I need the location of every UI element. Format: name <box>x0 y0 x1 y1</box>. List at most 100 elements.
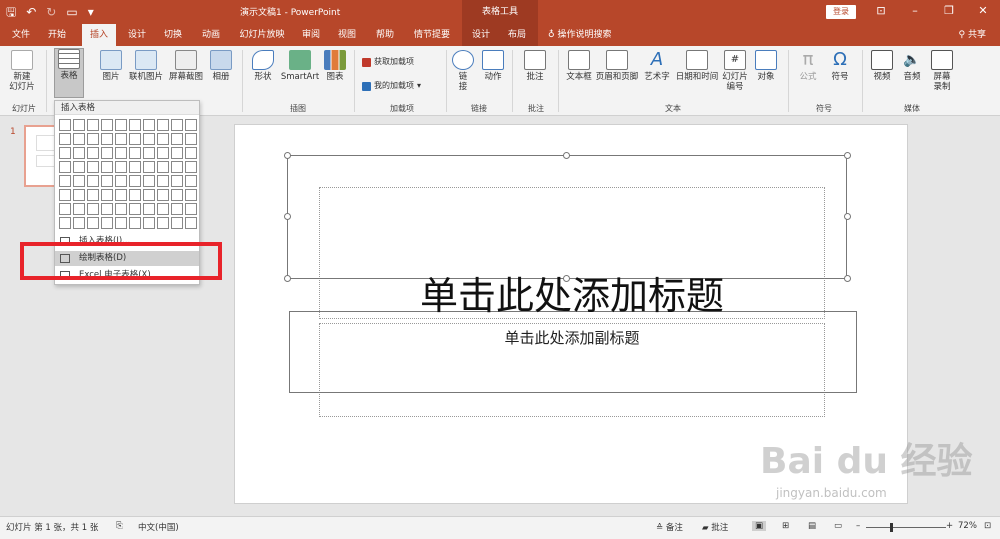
tab-review[interactable]: 审阅 <box>298 24 324 46</box>
chart-button[interactable]: 图表 <box>322 50 348 82</box>
table-grid-cell[interactable] <box>157 203 169 215</box>
resize-handle[interactable] <box>284 152 291 159</box>
close-icon[interactable]: ✕ <box>966 0 1000 24</box>
table-grid-cell[interactable] <box>143 161 155 173</box>
share-button[interactable]: ⚲ 共享 <box>959 24 986 46</box>
redo-icon[interactable]: ↻ <box>46 3 56 21</box>
screenshot-button[interactable]: 屏幕截图 <box>166 50 206 82</box>
resize-handle[interactable] <box>844 152 851 159</box>
table-grid-cell[interactable] <box>143 147 155 159</box>
resize-handle[interactable] <box>844 275 851 282</box>
table-grid-cell[interactable] <box>101 133 113 145</box>
table-grid-cell[interactable] <box>59 203 71 215</box>
tab-slideshow[interactable]: 幻灯片放映 <box>236 24 288 46</box>
slide-title-text[interactable]: 单击此处添加标题 <box>319 265 825 320</box>
table-grid-cell[interactable] <box>115 217 127 229</box>
table-grid-cell[interactable] <box>129 147 141 159</box>
table-grid-cell[interactable] <box>129 175 141 187</box>
table-grid-cell[interactable] <box>171 203 183 215</box>
table-grid-cell[interactable] <box>59 189 71 201</box>
table-grid-cell[interactable] <box>101 189 113 201</box>
shapes-button[interactable]: 形状 <box>248 50 278 82</box>
table-grid-cell[interactable] <box>73 133 85 145</box>
picture-button[interactable]: 图片 <box>96 50 126 82</box>
table-grid-cell[interactable] <box>129 119 141 131</box>
table-grid-cell[interactable] <box>171 119 183 131</box>
get-addins-button[interactable]: 获取加载项 <box>362 56 414 68</box>
table-grid-cell[interactable] <box>115 133 127 145</box>
zoom-in-icon[interactable]: + <box>946 521 953 531</box>
table-grid-cell[interactable] <box>73 203 85 215</box>
comment-button[interactable]: 批注 <box>522 50 548 82</box>
audio-button[interactable]: 🔈 音频 <box>898 50 926 82</box>
table-grid-cell[interactable] <box>157 161 169 173</box>
zoom-out-icon[interactable]: – <box>856 521 860 531</box>
table-grid-cell[interactable] <box>143 133 155 145</box>
fit-to-window-icon[interactable]: ⊡ <box>984 521 991 531</box>
my-addins-button[interactable]: 我的加载项 ▾ <box>362 80 421 92</box>
selected-shape-frame[interactable] <box>287 155 847 279</box>
table-grid-cell[interactable] <box>185 189 197 201</box>
table-grid-cell[interactable] <box>185 203 197 215</box>
table-grid-cell[interactable] <box>157 147 169 159</box>
table-grid-cell[interactable] <box>101 161 113 173</box>
slide-subtitle-text[interactable]: 单击此处添加副标题 <box>319 327 825 348</box>
tab-transitions[interactable]: 切换 <box>160 24 186 46</box>
table-grid-cell[interactable] <box>185 175 197 187</box>
spellcheck-icon[interactable]: ⎘ <box>116 521 123 531</box>
table-grid-cell[interactable] <box>87 189 99 201</box>
new-slide-button[interactable]: 新建 幻灯片 <box>6 50 38 92</box>
table-grid-cell[interactable] <box>73 119 85 131</box>
table-grid-cell[interactable] <box>101 175 113 187</box>
table-grid-cell[interactable] <box>87 119 99 131</box>
table-grid-cell[interactable] <box>115 147 127 159</box>
start-from-beginning-icon[interactable]: ▭ <box>66 3 77 21</box>
table-grid-cell[interactable] <box>129 161 141 173</box>
table-grid-cell[interactable] <box>157 133 169 145</box>
login-button[interactable]: 登录 <box>826 5 856 19</box>
video-button[interactable]: 视频 <box>868 50 896 82</box>
tab-home[interactable]: 开始 <box>44 24 70 46</box>
table-grid-cell[interactable] <box>87 133 99 145</box>
normal-view-icon[interactable]: ▣ <box>752 521 767 531</box>
datetime-button[interactable]: 日期和时间 <box>674 50 720 82</box>
table-grid-cell[interactable] <box>115 203 127 215</box>
customize-qat-icon[interactable]: ▾ <box>88 3 94 21</box>
table-grid-cell[interactable] <box>185 217 197 229</box>
table-grid-cell[interactable] <box>73 217 85 229</box>
wordart-button[interactable]: A 艺术字 <box>642 50 672 83</box>
textbox-button[interactable]: 文本框 <box>564 50 594 82</box>
album-button[interactable]: 相册 <box>206 50 236 82</box>
symbol-button[interactable]: Ω 符号 <box>826 50 854 83</box>
table-grid-cell[interactable] <box>87 175 99 187</box>
table-button[interactable]: 表格 <box>54 48 84 98</box>
table-grid-cell[interactable] <box>59 119 71 131</box>
table-grid-cell[interactable] <box>143 217 155 229</box>
table-grid-cell[interactable] <box>171 217 183 229</box>
tab-table-design[interactable]: 设计 <box>468 24 494 46</box>
link-button[interactable]: 链 接 <box>452 50 474 92</box>
zoom-level[interactable]: 72% <box>958 521 977 531</box>
maximize-icon[interactable]: ❐ <box>932 0 966 24</box>
table-grid-cell[interactable] <box>87 217 99 229</box>
table-grid-cell[interactable] <box>157 189 169 201</box>
table-grid-cell[interactable] <box>59 133 71 145</box>
table-grid-cell[interactable] <box>143 175 155 187</box>
minimize-icon[interactable]: – <box>898 0 932 24</box>
table-grid-cell[interactable] <box>143 189 155 201</box>
undo-icon[interactable]: ↶ <box>26 3 36 21</box>
table-grid-cell[interactable] <box>59 161 71 173</box>
table-grid-cell[interactable] <box>87 203 99 215</box>
table-grid-cell[interactable] <box>59 217 71 229</box>
language-indicator[interactable]: 中文(中国) <box>138 521 179 533</box>
smartart-button[interactable]: SmartArt <box>280 50 320 82</box>
table-grid-cell[interactable] <box>59 175 71 187</box>
table-size-grid[interactable] <box>59 119 197 229</box>
subtitle-frame[interactable] <box>289 311 857 393</box>
tab-table-layout[interactable]: 布局 <box>504 24 530 46</box>
table-grid-cell[interactable] <box>101 147 113 159</box>
slideshow-view-icon[interactable]: ▭ <box>834 521 842 531</box>
tab-animations[interactable]: 动画 <box>198 24 224 46</box>
action-button[interactable]: 动作 <box>480 50 506 82</box>
slide-sorter-icon[interactable]: ⊞ <box>782 521 789 531</box>
